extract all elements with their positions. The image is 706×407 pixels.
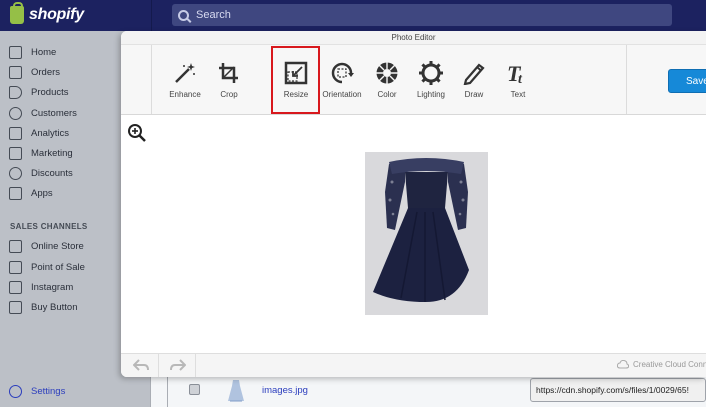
creative-cloud-label: Creative Cloud Conn: [633, 360, 706, 369]
image-canvas[interactable]: [121, 115, 706, 353]
save-button[interactable]: Save: [668, 69, 706, 93]
brand-name: shopify: [29, 6, 84, 23]
sidebar-item-label: Home: [31, 47, 57, 58]
tool-group: Enhance Crop Resize Orientation Color Li…: [151, 45, 627, 114]
search-icon: [178, 9, 189, 21]
color-wheel-icon: [376, 62, 398, 84]
tool-label: Lighting: [416, 90, 446, 99]
instagram-icon: [9, 281, 22, 294]
modal-title: Photo Editor: [121, 31, 706, 45]
sidebar-item-label: Settings: [31, 386, 66, 397]
gear-icon: [9, 385, 22, 398]
sidebar-item-label: Instagram: [31, 282, 74, 293]
sidebar-item-point-of-sale[interactable]: Point of Sale: [9, 261, 85, 274]
user-icon: [9, 107, 22, 120]
sidebar-item-online-store[interactable]: Online Store: [9, 240, 84, 253]
orders-icon: [9, 66, 22, 79]
shopify-logo[interactable]: shopify: [10, 2, 84, 24]
redo-icon[interactable]: [170, 359, 186, 372]
bar-chart-icon: [9, 127, 22, 140]
sidebar-item-marketing[interactable]: Marketing: [9, 147, 73, 160]
sidebar-item-label: Apps: [31, 188, 53, 199]
megaphone-icon: [9, 147, 22, 160]
file-thumbnail[interactable]: [222, 377, 250, 405]
sidebar-item-home[interactable]: Home: [9, 46, 56, 59]
top-bar: shopify Search: [0, 0, 706, 31]
crop-icon: [219, 63, 238, 83]
sidebar-item-orders[interactable]: Orders: [9, 66, 60, 79]
sidebar-item-label: Online Store: [31, 241, 84, 252]
tool-text[interactable]: T t Text: [495, 61, 541, 99]
tag-icon: [9, 86, 22, 99]
sales-channels-heading: SALES CHANNELS: [10, 222, 88, 231]
sidebar-item-label: Point of Sale: [31, 262, 85, 273]
sidebar-item-label: Products: [31, 87, 69, 98]
top-divider: [151, 0, 152, 31]
sidebar-item-products[interactable]: Products: [9, 86, 69, 99]
sidebar-item-label: Customers: [31, 108, 77, 119]
footer-divider: [195, 354, 196, 377]
dress-photo: [365, 152, 488, 315]
sidebar-item-instagram[interactable]: Instagram: [9, 281, 73, 294]
tool-label: Draw: [464, 90, 484, 99]
undo-icon[interactable]: [133, 359, 149, 372]
sidebar-item-label: Discounts: [31, 168, 73, 179]
svg-text:t: t: [518, 72, 523, 85]
editor-toolbar: Enhance Crop Resize Orientation Color Li…: [121, 45, 706, 115]
content-divider: [167, 377, 168, 407]
sidebar-item-customers[interactable]: Customers: [9, 107, 77, 120]
apps-icon: [9, 187, 22, 200]
search-placeholder: Search: [196, 9, 231, 21]
pos-icon: [9, 261, 22, 274]
sidebar-item-label: Marketing: [31, 148, 73, 159]
sidebar-item-buy-button[interactable]: Buy Button: [9, 301, 77, 314]
tool-lighting[interactable]: Lighting: [408, 61, 454, 99]
discount-icon: [9, 167, 22, 180]
creative-cloud-icon: [617, 360, 629, 369]
text-icon: T t: [507, 61, 523, 85]
rotate-icon: [331, 62, 354, 84]
tool-orientation[interactable]: Orientation: [319, 61, 365, 99]
sidebar-item-analytics[interactable]: Analytics: [9, 127, 69, 140]
tool-enhance[interactable]: Enhance: [162, 61, 208, 99]
sidebar-item-label: Buy Button: [31, 302, 78, 313]
tool-label: Color: [377, 90, 397, 99]
sidebar-item-label: Analytics: [31, 128, 70, 139]
resize-highlight-box: [271, 46, 320, 114]
file-name-link[interactable]: images.jpg: [262, 385, 308, 396]
pencil-icon: [463, 63, 485, 85]
editor-footer: Creative Cloud Conn: [121, 353, 706, 377]
sidebar-item-label: Orders: [31, 67, 61, 78]
tool-crop[interactable]: Crop: [206, 61, 252, 99]
tool-label: Enhance: [169, 90, 201, 99]
creative-cloud-connect[interactable]: Creative Cloud Conn: [617, 360, 706, 369]
search-input[interactable]: Search: [172, 4, 672, 26]
store-icon: [9, 240, 22, 253]
buy-button-icon: [9, 301, 22, 314]
sidebar-item-discounts[interactable]: Discounts: [9, 167, 73, 180]
magic-wand-icon: [175, 63, 195, 83]
photo-editor-modal: Photo Editor Enhance Crop Resize Orienta…: [121, 31, 706, 377]
tool-label: Crop: [220, 90, 238, 99]
file-url-field[interactable]: https://cdn.shopify.com/s/files/1/0029/6…: [530, 378, 706, 402]
sidebar-item-settings[interactable]: Settings: [9, 385, 65, 398]
tool-label: Text: [510, 90, 526, 99]
zoom-in-icon[interactable]: [127, 123, 147, 143]
tool-label: Orientation: [322, 90, 362, 99]
home-icon: [9, 46, 22, 59]
tool-color[interactable]: Color: [364, 61, 410, 99]
row-checkbox[interactable]: [189, 384, 200, 395]
tool-draw[interactable]: Draw: [451, 61, 497, 99]
sidebar-item-apps[interactable]: Apps: [9, 187, 53, 200]
shopify-bag-icon: [10, 2, 24, 24]
footer-divider: [158, 354, 159, 377]
sun-gear-icon: [419, 61, 443, 85]
